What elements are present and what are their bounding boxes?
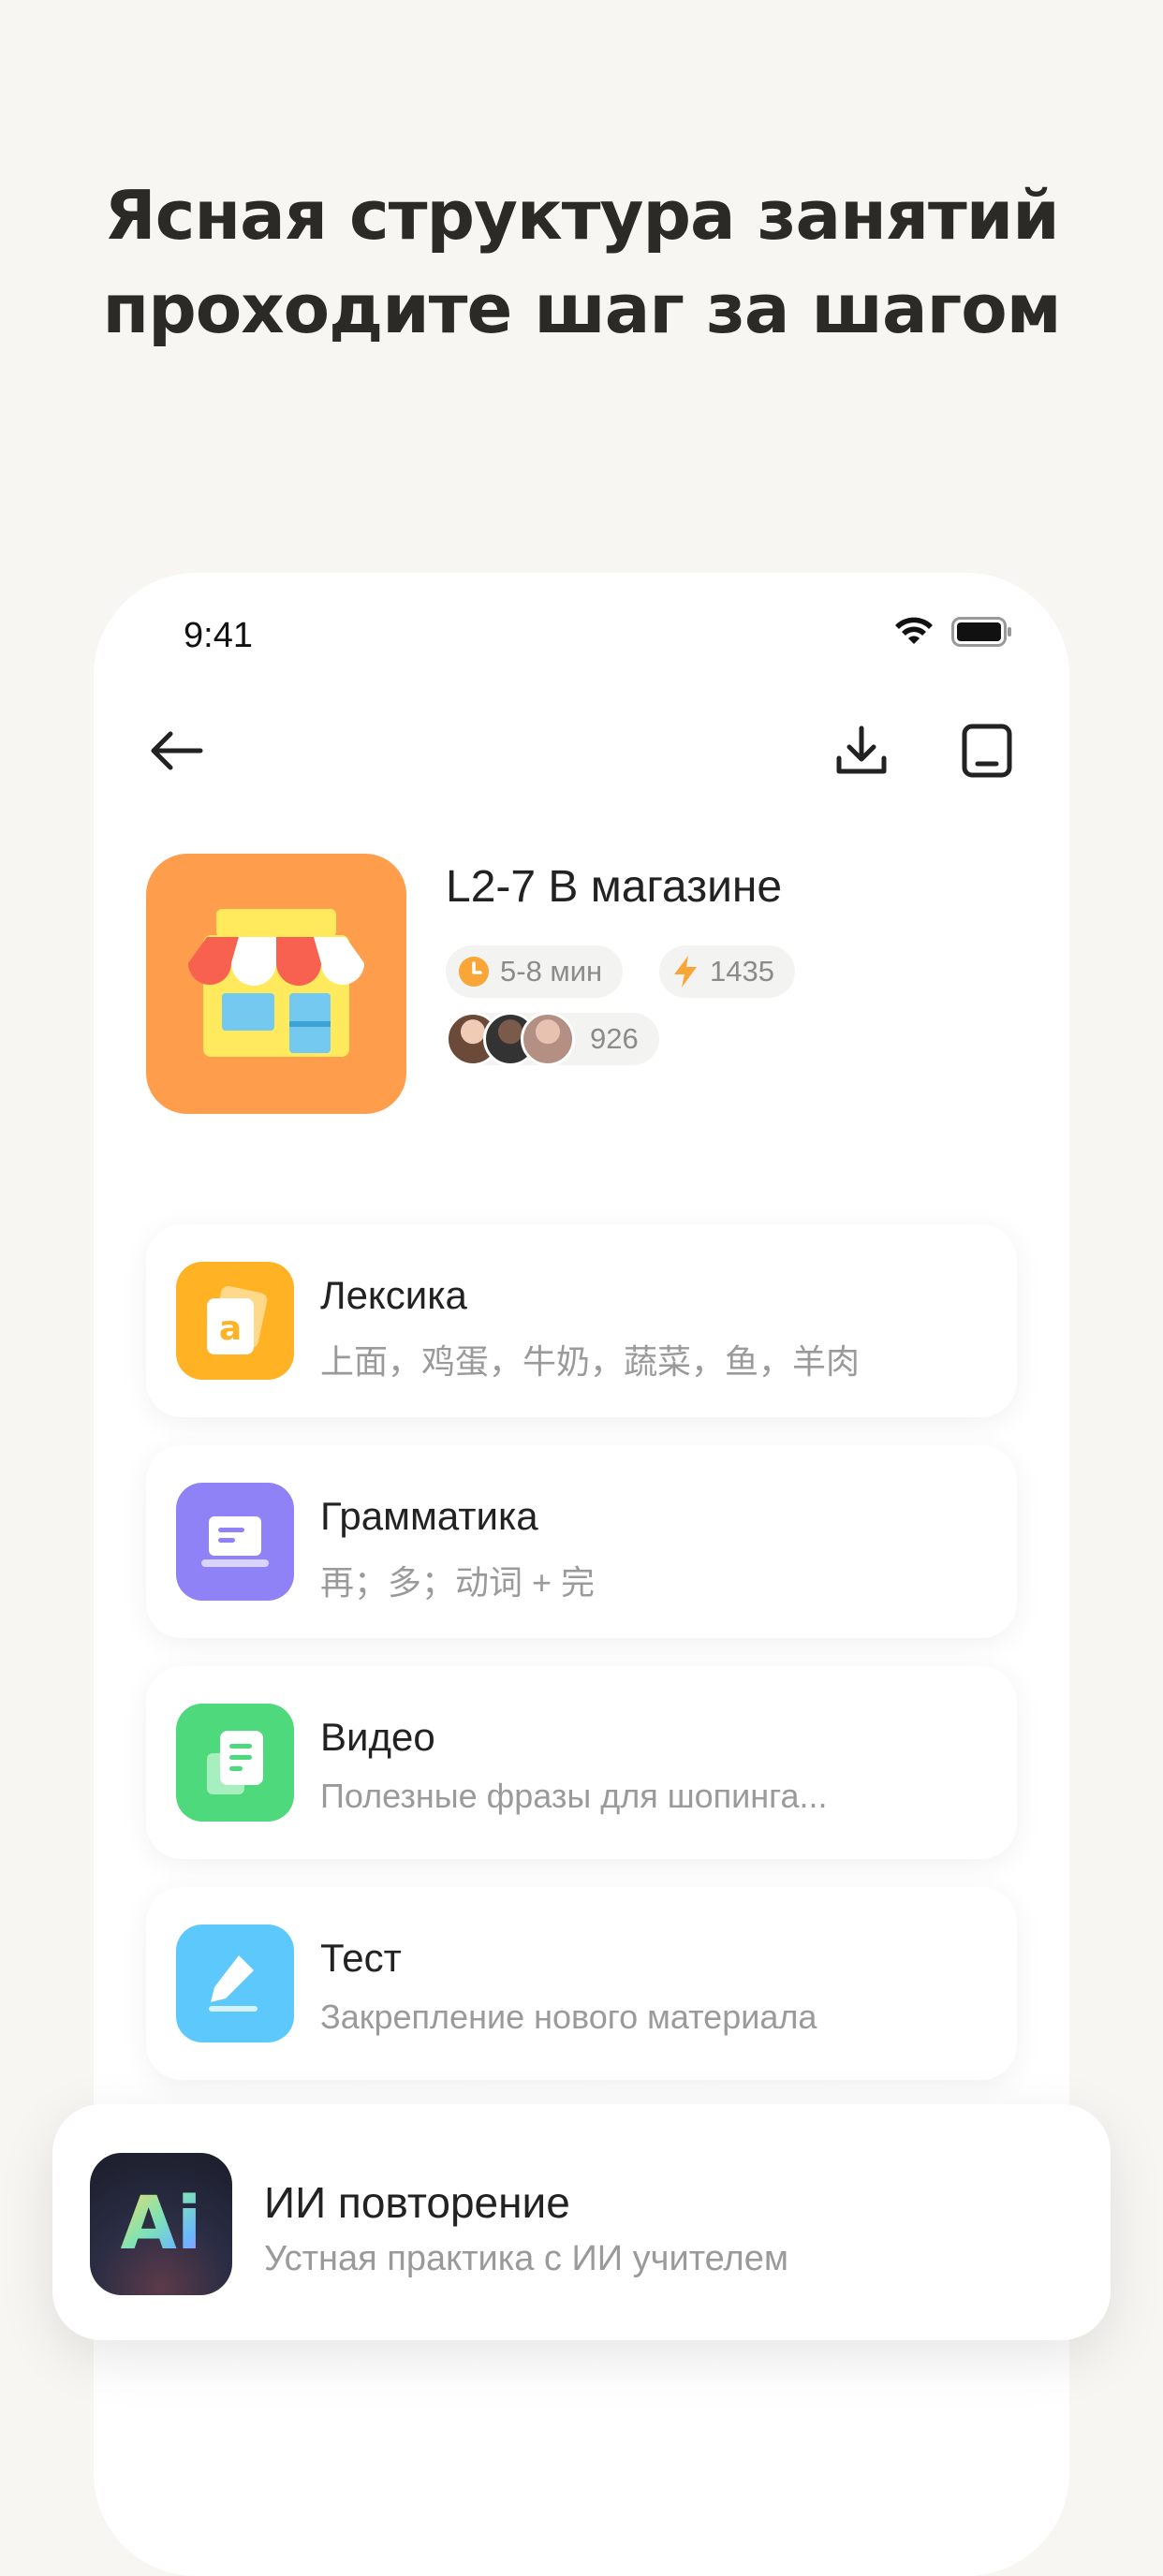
- lesson-title: L2-7 В магазине: [446, 862, 783, 912]
- section-card-grammar[interactable]: Грамматика 再；多；动词 + 完: [146, 1445, 1017, 1638]
- learners-text: 926: [590, 1022, 639, 1055]
- notebook-icon: [962, 724, 1012, 778]
- video-icon: [176, 1704, 294, 1822]
- wifi-icon: [895, 617, 933, 644]
- test-icon: [176, 1925, 294, 2042]
- promo-line-2: проходите шаг за шагом: [102, 270, 1061, 348]
- duration-badge: 5-8 мин: [446, 945, 624, 998]
- laptop-icon: [201, 1516, 269, 1567]
- promo-line-1: Ясная структура занятий: [104, 176, 1059, 255]
- vocabulary-title: Лексика: [320, 1273, 467, 1317]
- ai-review-card[interactable]: Ai ИИ повторение Устная практика с ИИ уч…: [52, 2104, 1111, 2340]
- ai-icon-text: Ai: [120, 2182, 202, 2266]
- video-title: Видео: [320, 1715, 435, 1759]
- section-card-video[interactable]: Видео Полезные фразы для шопинга...: [146, 1666, 1017, 1859]
- svg-text:a: a: [219, 1310, 242, 1348]
- ai-icon: Ai: [90, 2153, 232, 2295]
- top-nav: [94, 713, 1069, 798]
- lightning-icon: [674, 956, 697, 988]
- status-icons: [893, 616, 1013, 648]
- avatar: [521, 1012, 575, 1066]
- xp-badge: 1435: [659, 945, 795, 998]
- duration-text: 5-8 мин: [500, 955, 603, 988]
- back-button[interactable]: [139, 713, 213, 788]
- shop-icon: [188, 909, 364, 1057]
- document-icon: [207, 1731, 263, 1794]
- test-title: Тест: [320, 1936, 402, 1980]
- test-subtitle: Закрепление нового материала: [320, 1998, 817, 2036]
- grammar-subtitle: 再；多；动词 + 完: [320, 1563, 596, 1602]
- learner-avatars: [446, 1012, 575, 1066]
- status-time: 9:41: [184, 616, 253, 655]
- battery-icon: [951, 617, 1011, 647]
- grammar-icon: [176, 1483, 294, 1601]
- xp-text: 1435: [710, 955, 774, 988]
- notes-button[interactable]: [950, 713, 1024, 788]
- grammar-title: Грамматика: [320, 1494, 538, 1538]
- ai-review-subtitle: Устная практика с ИИ учителем: [264, 2239, 788, 2278]
- arrow-left-icon: [151, 731, 203, 770]
- section-card-test[interactable]: Тест Закрепление нового материала: [146, 1887, 1017, 2080]
- vocabulary-icon: a: [176, 1262, 294, 1380]
- download-icon: [836, 725, 887, 774]
- vocabulary-subtitle: 上面，鸡蛋，牛奶，蔬菜，鱼，羊肉: [320, 1342, 861, 1381]
- section-card-vocabulary[interactable]: a Лексика 上面，鸡蛋，牛奶，蔬菜，鱼，羊肉: [146, 1224, 1017, 1417]
- download-button[interactable]: [824, 713, 899, 788]
- clock-icon: [459, 957, 489, 987]
- learners-badge: 926: [446, 1012, 659, 1066]
- lesson-icon: [146, 854, 406, 1114]
- ai-review-title: ИИ повторение: [264, 2178, 570, 2227]
- pencil-icon: [209, 1955, 258, 2012]
- video-subtitle: Полезные фразы для шопинга...: [320, 1777, 828, 1815]
- promo-headline: Ясная структура занятий проходите шаг за…: [0, 168, 1163, 356]
- flashcards-icon: a: [207, 1285, 268, 1354]
